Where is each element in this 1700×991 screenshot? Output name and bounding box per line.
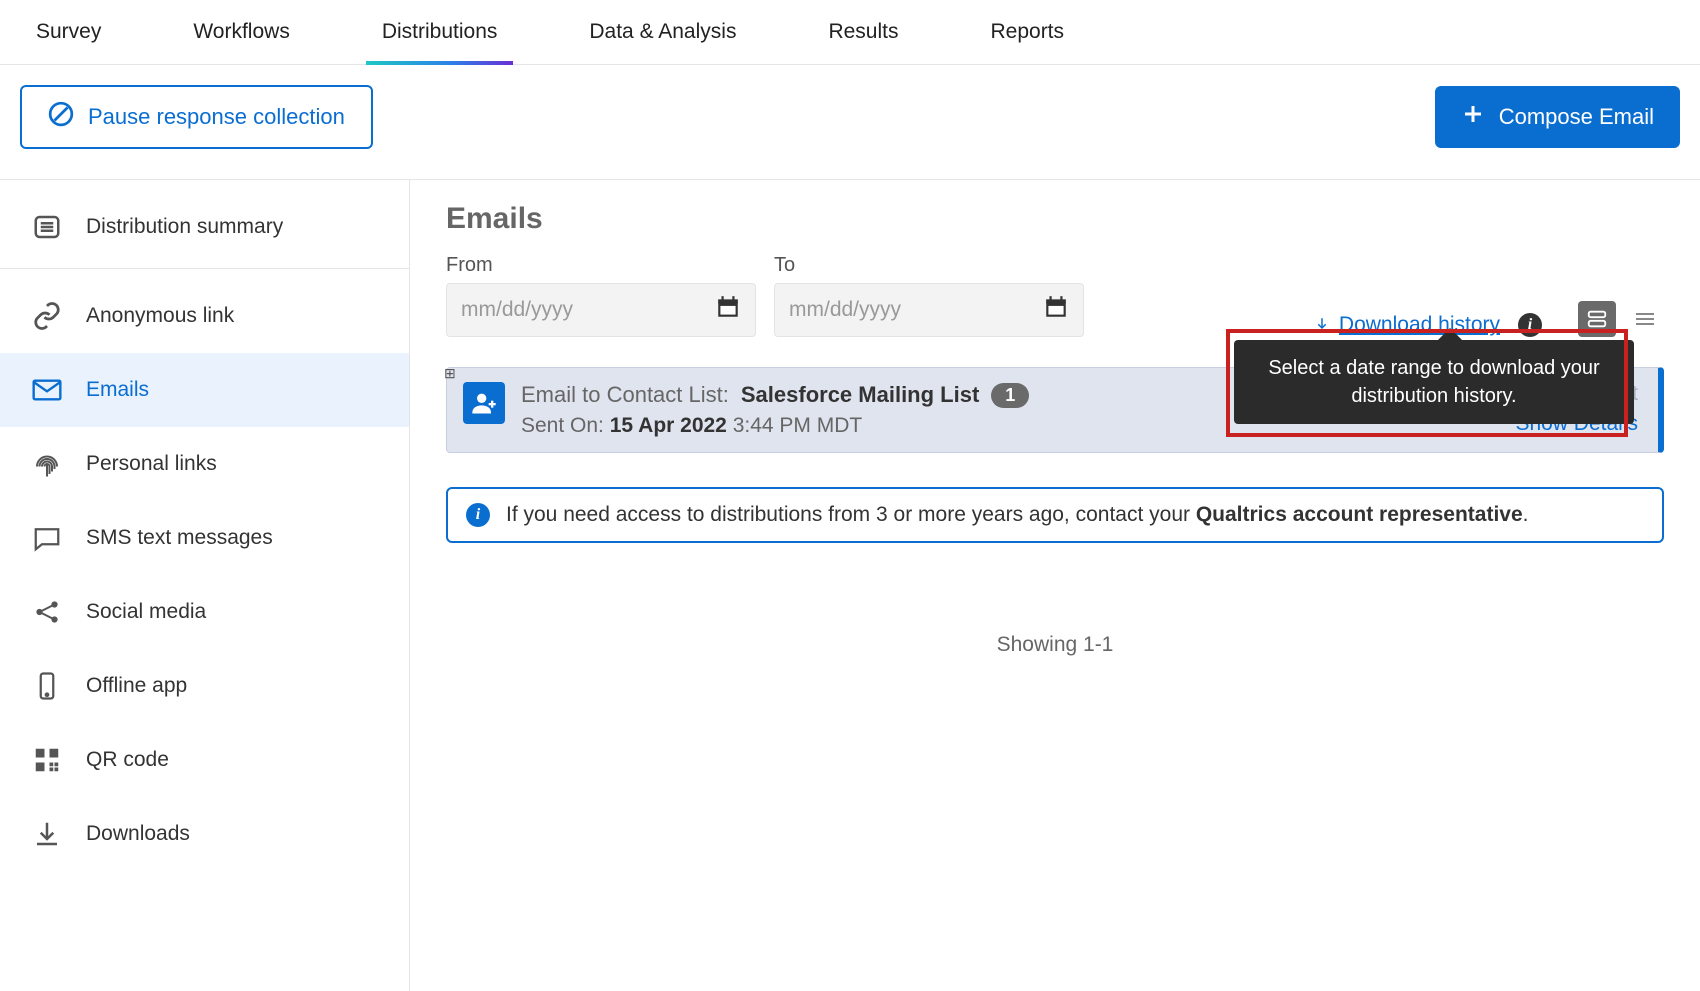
page-title: Emails bbox=[446, 202, 1664, 236]
calendar-icon bbox=[1043, 294, 1069, 326]
sidebar-label: Distribution summary bbox=[86, 215, 283, 239]
to-date-group: To mm/dd/yyyy bbox=[774, 254, 1084, 337]
pause-label: Pause response collection bbox=[88, 104, 345, 130]
compose-label: Compose Email bbox=[1499, 104, 1654, 130]
from-placeholder: mm/dd/yyyy bbox=[461, 298, 573, 322]
sidebar-label: SMS text messages bbox=[86, 526, 273, 550]
tab-reports[interactable]: Reports bbox=[974, 0, 1080, 64]
pause-response-button[interactable]: Pause response collection bbox=[20, 85, 373, 149]
list-view-button[interactable] bbox=[1626, 301, 1664, 337]
sidebar-label: Social media bbox=[86, 600, 206, 624]
main-area: Distribution summary Anonymous link Emai… bbox=[0, 180, 1700, 991]
sidebar-item-anonymous[interactable]: Anonymous link bbox=[0, 279, 409, 353]
qr-icon bbox=[30, 743, 64, 777]
action-bar: Pause response collection Compose Email bbox=[0, 65, 1700, 180]
sidebar-item-qr[interactable]: QR code bbox=[0, 723, 409, 797]
pause-icon bbox=[48, 101, 74, 133]
sidebar-item-emails[interactable]: Emails bbox=[0, 353, 409, 427]
sidebar-item-personal[interactable]: Personal links bbox=[0, 427, 409, 501]
top-nav: Survey Workflows Distributions Data & An… bbox=[0, 0, 1700, 65]
sidebar-item-social[interactable]: Social media bbox=[0, 575, 409, 649]
sidebar-label: Offline app bbox=[86, 674, 187, 698]
plus-icon bbox=[1461, 102, 1485, 132]
tab-data-analysis[interactable]: Data & Analysis bbox=[573, 0, 752, 64]
email-prefix: Email to Contact List: bbox=[521, 382, 729, 408]
sidebar: Distribution summary Anonymous link Emai… bbox=[0, 180, 410, 991]
email-list-name: Salesforce Mailing List bbox=[741, 382, 979, 408]
tab-distributions[interactable]: Distributions bbox=[366, 0, 514, 64]
card-view-button[interactable] bbox=[1578, 301, 1616, 337]
compose-email-button[interactable]: Compose Email bbox=[1435, 86, 1680, 148]
download-history-tooltip: Select a date range to download your dis… bbox=[1234, 340, 1634, 424]
info-icon: i bbox=[466, 503, 490, 527]
sidebar-item-sms[interactable]: SMS text messages bbox=[0, 501, 409, 575]
sidebar-label: QR code bbox=[86, 748, 169, 772]
from-date-group: From mm/dd/yyyy bbox=[446, 254, 756, 337]
download-icon bbox=[30, 817, 64, 851]
pagination-text: Showing 1-1 bbox=[446, 633, 1664, 657]
contact-list-icon bbox=[463, 382, 505, 424]
sidebar-label: Emails bbox=[86, 378, 149, 402]
sidebar-item-downloads[interactable]: Downloads bbox=[0, 797, 409, 871]
info-banner: i If you need access to distributions fr… bbox=[446, 487, 1664, 543]
tab-workflows[interactable]: Workflows bbox=[177, 0, 305, 64]
view-toggle bbox=[1578, 301, 1664, 337]
download-history-label: Download history bbox=[1339, 313, 1500, 337]
download-history-link[interactable]: Download history bbox=[1313, 313, 1500, 337]
link-icon bbox=[30, 299, 64, 333]
fingerprint-icon bbox=[30, 447, 64, 481]
sent-time: 3:44 PM MDT bbox=[733, 414, 863, 437]
sidebar-item-offline[interactable]: Offline app bbox=[0, 649, 409, 723]
envelope-icon bbox=[30, 373, 64, 407]
banner-text: If you need access to distributions from… bbox=[506, 503, 1528, 527]
list-icon bbox=[30, 210, 64, 244]
date-filter-row: From mm/dd/yyyy To mm/dd/yyyy bbox=[446, 254, 1664, 337]
info-icon[interactable]: i bbox=[1518, 313, 1542, 337]
chat-icon bbox=[30, 521, 64, 555]
mobile-icon bbox=[30, 669, 64, 703]
count-badge: 1 bbox=[991, 383, 1029, 408]
share-icon bbox=[30, 595, 64, 629]
tab-results[interactable]: Results bbox=[812, 0, 914, 64]
sidebar-label: Personal links bbox=[86, 452, 217, 476]
to-label: To bbox=[774, 254, 1084, 277]
to-date-input[interactable]: mm/dd/yyyy bbox=[774, 283, 1084, 337]
sent-prefix: Sent On: bbox=[521, 414, 604, 437]
tab-survey[interactable]: Survey bbox=[20, 0, 117, 64]
sidebar-item-summary[interactable]: Distribution summary bbox=[0, 190, 409, 269]
expand-icon[interactable]: ⊞ bbox=[444, 365, 460, 381]
content: Emails From mm/dd/yyyy To mm/dd/yyyy bbox=[410, 180, 1700, 991]
from-label: From bbox=[446, 254, 756, 277]
to-placeholder: mm/dd/yyyy bbox=[789, 298, 901, 322]
sidebar-label: Anonymous link bbox=[86, 304, 234, 328]
calendar-icon bbox=[715, 294, 741, 326]
sidebar-label: Downloads bbox=[86, 822, 190, 846]
sent-date: 15 Apr 2022 bbox=[610, 414, 727, 437]
from-date-input[interactable]: mm/dd/yyyy bbox=[446, 283, 756, 337]
